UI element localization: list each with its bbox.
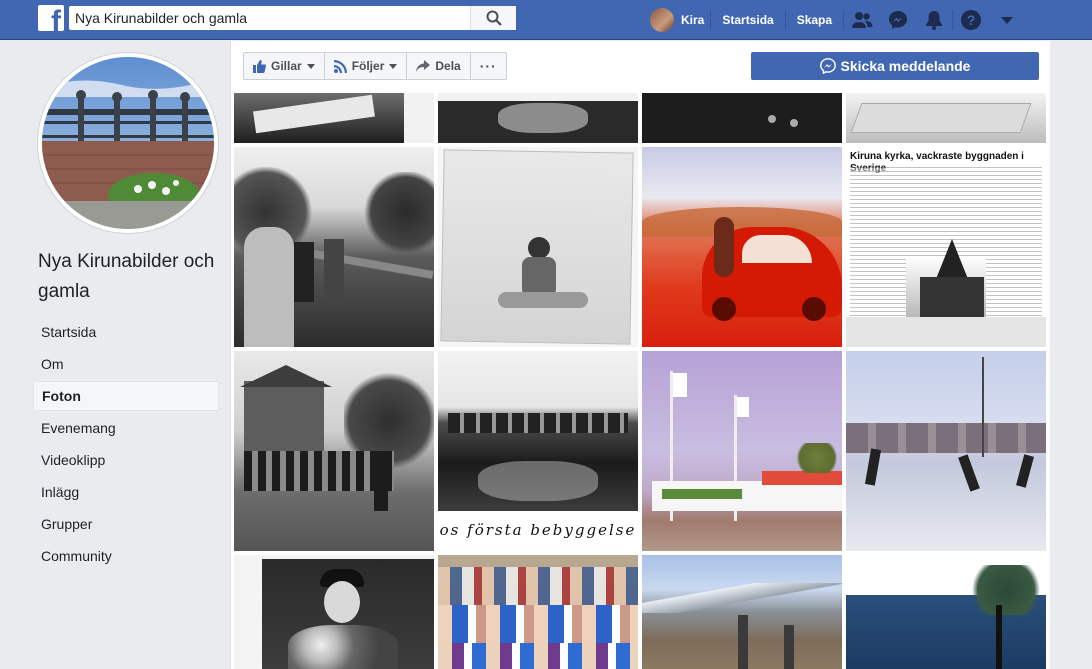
like-button[interactable]: Gillar: [243, 52, 325, 80]
search-bar: [69, 6, 516, 30]
user-name: Kira: [681, 13, 705, 27]
avatar: [650, 8, 674, 32]
photo-thumbnail[interactable]: Kiruna kyrka, vackraste byggnaden i Sver…: [846, 147, 1046, 347]
sidebar-item-label: Evenemang: [41, 420, 116, 436]
sidebar-item-label: Videoklipp: [41, 452, 106, 468]
sidebar-item-label: Community: [41, 548, 112, 564]
page-profile-picture[interactable]: [38, 53, 218, 233]
top-navigation-bar: f Kira Startsida Skapa ?: [0, 0, 1092, 40]
share-button-label: Dela: [435, 59, 461, 73]
sidebar-item-photos[interactable]: Foton: [33, 381, 219, 411]
sidebar-item-label: Grupper: [41, 516, 93, 532]
follow-button[interactable]: Följer: [323, 52, 408, 80]
photo-grid: Kiruna kyrka, vackraste byggnaden i Sver…: [234, 93, 1048, 669]
more-options-button[interactable]: ···: [469, 52, 507, 80]
share-arrow-icon: [416, 60, 431, 72]
photo-thumbnail[interactable]: [234, 93, 434, 143]
page-sidebar-nav: Startsida Om Foton Evenemang Videoklipp …: [33, 317, 219, 573]
photos-main-panel: Gillar Följer Dela ··· Skicka meddelande: [230, 41, 1050, 669]
sidebar-item-label: Startsida: [41, 324, 97, 340]
photo-thumbnail[interactable]: [642, 147, 842, 347]
messenger-icon: [889, 11, 908, 29]
sidebar-item-groups[interactable]: Grupper: [33, 509, 219, 539]
sidebar-item-home[interactable]: Startsida: [33, 317, 219, 347]
share-button[interactable]: Dela: [406, 52, 471, 80]
sidebar-item-label: Om: [41, 356, 64, 372]
photo-thumbnail[interactable]: [438, 93, 638, 143]
search-icon: [486, 10, 502, 26]
page-action-buttons: Gillar Följer Dela ···: [243, 52, 507, 80]
page-title: Nya Kirunabilder och gamla: [38, 251, 215, 302]
friends-icon: [852, 12, 873, 28]
chevron-down-icon: [1001, 17, 1014, 24]
send-message-label: Skicka meddelande: [840, 58, 971, 74]
sidebar-item-label: Foton: [42, 388, 81, 404]
like-button-label: Gillar: [271, 59, 302, 73]
nav-home-label: Startsida: [722, 13, 774, 27]
help-icon: ?: [961, 10, 982, 30]
follow-button-label: Följer: [351, 59, 385, 73]
sidebar-item-label: Inlägg: [41, 484, 80, 500]
sidebar-item-events[interactable]: Evenemang: [33, 413, 219, 443]
facebook-logo-icon[interactable]: f: [38, 5, 64, 31]
photo-thumbnail[interactable]: [642, 351, 842, 551]
search-button[interactable]: [470, 6, 516, 30]
rss-icon: [333, 59, 347, 73]
sidebar-item-videos[interactable]: Videoklipp: [33, 445, 219, 475]
send-message-button[interactable]: Skicka meddelande: [751, 52, 1039, 80]
photo-caption: os första bebyggelse: [439, 521, 637, 539]
chevron-down-icon: [306, 63, 315, 69]
photo-thumbnail[interactable]: [234, 351, 434, 551]
photo-thumbnail[interactable]: [846, 555, 1046, 669]
messenger-button[interactable]: [880, 0, 916, 40]
left-column: Nya Kirunabilder och gamla Startsida Om …: [0, 41, 230, 669]
photo-thumbnail[interactable]: [234, 555, 434, 669]
photo-thumbnail[interactable]: [234, 147, 434, 347]
profile-link[interactable]: Kira: [648, 0, 710, 40]
sidebar-item-posts[interactable]: Inlägg: [33, 477, 219, 507]
svg-text:?: ?: [967, 12, 976, 28]
thumbs-up-icon: [253, 59, 266, 73]
account-menu-button[interactable]: [989, 0, 1025, 40]
messenger-icon: [819, 58, 836, 74]
bell-icon: [926, 11, 943, 30]
photo-thumbnail[interactable]: [438, 555, 638, 669]
sidebar-item-community[interactable]: Community: [33, 541, 219, 571]
nav-create-link[interactable]: Skapa: [786, 0, 843, 40]
chevron-down-icon: [389, 63, 398, 69]
help-button[interactable]: ?: [953, 0, 989, 40]
more-options-label: ···: [479, 58, 497, 74]
notifications-button[interactable]: [916, 0, 952, 40]
nav-create-label: Skapa: [796, 13, 833, 27]
search-input[interactable]: [69, 7, 469, 29]
photo-thumbnail[interactable]: [438, 147, 638, 347]
photo-thumbnail[interactable]: [642, 93, 842, 143]
friend-requests-button[interactable]: [844, 0, 880, 40]
sidebar-item-about[interactable]: Om: [33, 349, 219, 379]
photo-thumbnail[interactable]: [846, 351, 1046, 551]
nav-home-link[interactable]: Startsida: [711, 0, 784, 40]
photo-thumbnail[interactable]: [846, 93, 1046, 143]
photo-thumbnail[interactable]: os första bebyggelse: [438, 351, 638, 551]
photo-thumbnail[interactable]: [642, 555, 842, 669]
profile-photo-image: [42, 57, 214, 229]
